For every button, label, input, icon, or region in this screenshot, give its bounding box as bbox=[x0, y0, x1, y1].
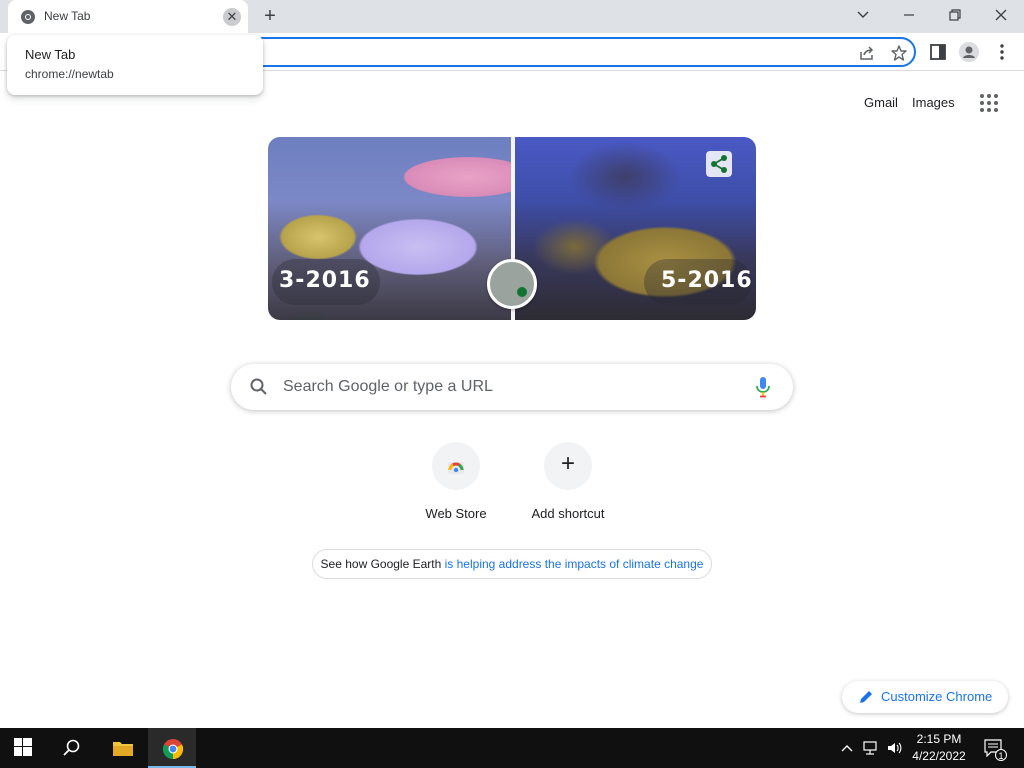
search-input[interactable]: Search Google or type a URL bbox=[283, 378, 493, 396]
bookmark-star-icon[interactable] bbox=[890, 44, 908, 62]
more-menu-icon[interactable] bbox=[992, 42, 1012, 62]
tab-hover-card: New Tab chrome://newtab bbox=[7, 35, 263, 95]
gmail-link[interactable]: Gmail bbox=[864, 95, 898, 110]
close-window-icon[interactable] bbox=[985, 4, 1017, 28]
search-icon bbox=[250, 378, 267, 395]
customize-chrome-button[interactable]: Customize Chrome bbox=[842, 681, 1008, 713]
web-store-icon bbox=[448, 462, 464, 474]
customize-chrome-label: Customize Chrome bbox=[881, 689, 993, 704]
chrome-icon bbox=[21, 10, 35, 24]
doodle-left-label: 3-2016 bbox=[279, 268, 371, 293]
file-explorer-button[interactable] bbox=[98, 728, 146, 768]
doodle-attribution-chip[interactable]: See how Google Earth is helping address … bbox=[312, 549, 712, 579]
search-icon bbox=[63, 739, 80, 756]
doodle-share-icon[interactable] bbox=[706, 151, 732, 177]
globe-icon bbox=[487, 259, 537, 309]
clock-time: 2:15 PM bbox=[916, 732, 962, 746]
shortcut-web-store[interactable]: Web Store bbox=[400, 442, 512, 530]
clock-date: 4/22/2022 bbox=[912, 749, 966, 763]
volume-icon[interactable] bbox=[886, 740, 902, 756]
windows-logo-icon bbox=[14, 738, 32, 756]
microphone-icon[interactable] bbox=[753, 376, 773, 398]
attribution-link[interactable]: is helping address the impacts of climat… bbox=[441, 557, 704, 571]
hover-card-title: New Tab bbox=[25, 47, 76, 62]
doodle-image[interactable]: 3-2016 5-2016 bbox=[268, 137, 756, 320]
profile-avatar-icon[interactable] bbox=[959, 42, 979, 62]
plus-icon: + bbox=[560, 450, 575, 477]
add-shortcut-button[interactable]: + Add shortcut bbox=[512, 442, 624, 530]
pencil-icon bbox=[860, 691, 872, 703]
restore-icon[interactable] bbox=[939, 4, 971, 28]
start-button[interactable] bbox=[0, 728, 48, 768]
taskbar-clock[interactable]: 2:15 PM 4/22/2022 bbox=[906, 731, 972, 765]
shortcut-label: Web Store bbox=[425, 506, 487, 521]
tray-chevron-up-icon[interactable] bbox=[839, 740, 855, 756]
side-panel-icon[interactable] bbox=[928, 42, 948, 62]
notification-count-badge: 1 bbox=[995, 749, 1007, 761]
tab-search-chevron-icon[interactable] bbox=[847, 4, 879, 28]
new-tab-button[interactable]: + bbox=[259, 6, 281, 28]
tab-title: New Tab bbox=[44, 9, 91, 23]
tab-close-icon[interactable]: ✕ bbox=[223, 8, 241, 26]
doodle-right-label: 5-2016 bbox=[661, 268, 753, 293]
share-page-icon[interactable] bbox=[858, 44, 876, 62]
chrome-icon bbox=[162, 739, 184, 760]
folder-icon bbox=[113, 742, 133, 756]
hover-card-url: chrome://newtab bbox=[25, 67, 114, 81]
tab-strip: New Tab ✕ + bbox=[0, 0, 1024, 33]
address-bar[interactable] bbox=[150, 37, 916, 67]
windows-taskbar: 2:15 PM 4/22/2022 1 bbox=[0, 728, 1024, 768]
taskbar-search-button[interactable] bbox=[48, 728, 96, 768]
google-apps-grid-icon[interactable] bbox=[980, 94, 1000, 114]
attribution-prefix: See how Google Earth bbox=[320, 557, 442, 571]
images-link[interactable]: Images bbox=[912, 95, 955, 110]
chrome-taskbar-button[interactable] bbox=[148, 728, 196, 768]
shortcut-label: Add shortcut bbox=[531, 506, 605, 521]
tab-new-tab[interactable]: New Tab ✕ bbox=[8, 0, 248, 33]
network-icon[interactable] bbox=[862, 740, 878, 756]
minimize-icon[interactable] bbox=[893, 4, 925, 28]
search-box[interactable]: Search Google or type a URL bbox=[231, 364, 793, 410]
